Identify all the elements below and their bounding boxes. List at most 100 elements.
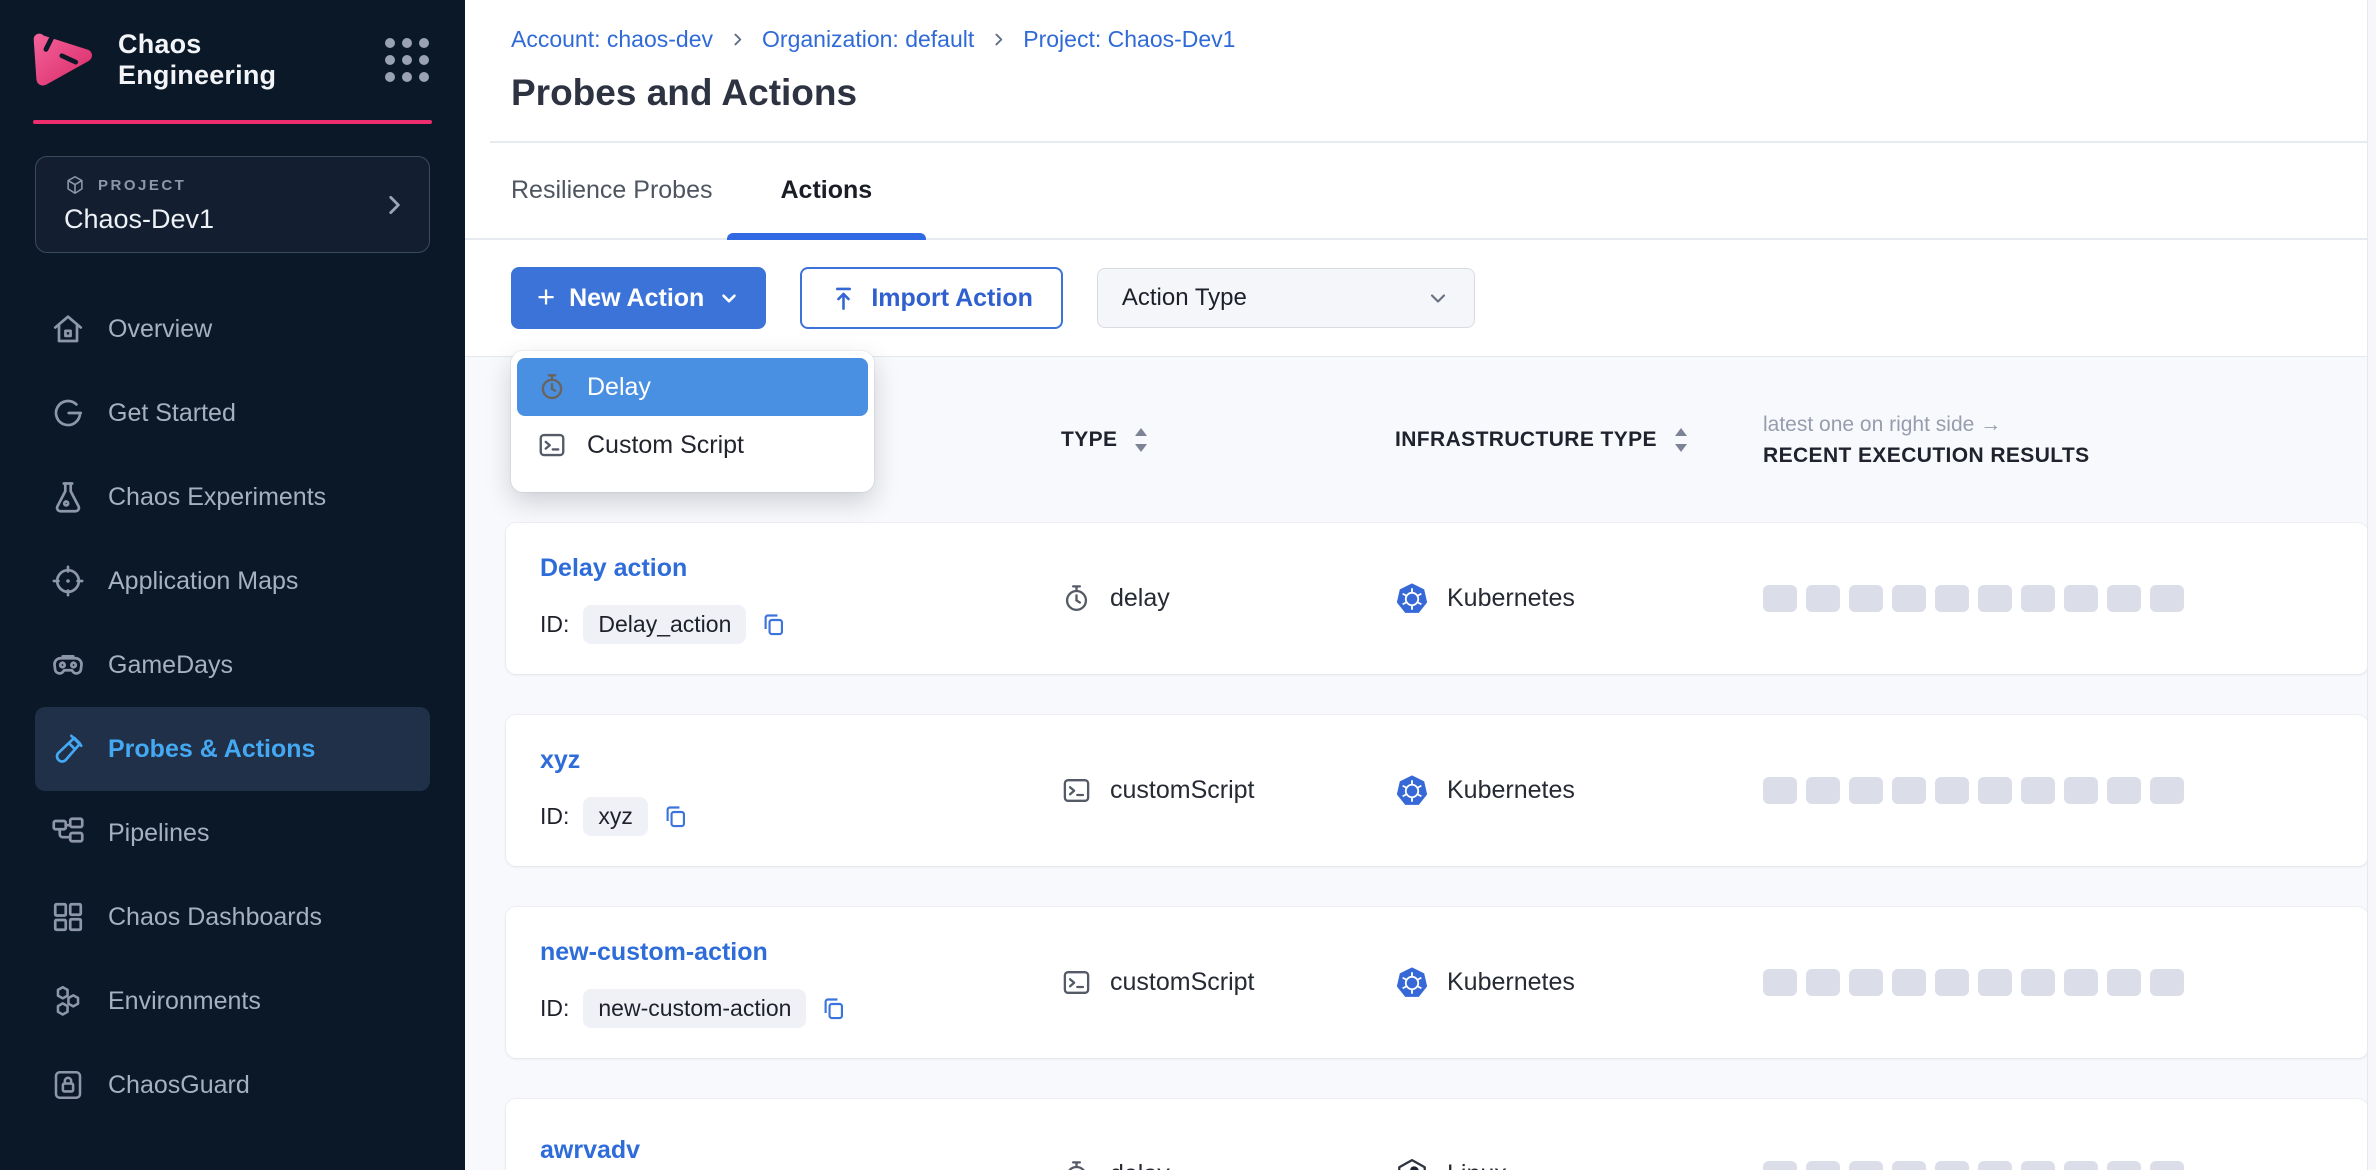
execution-result-placeholder [2064, 969, 2098, 996]
sidebar-item-label: Chaos Dashboards [108, 903, 322, 932]
execution-result-placeholder [2021, 1161, 2055, 1170]
action-type-cell: customScript [1061, 967, 1395, 998]
table-header-infrastructure[interactable]: INFRASTRUCTURE TYPE [1395, 427, 1763, 453]
action-type-cell: customScript [1061, 775, 1395, 806]
sort-icon[interactable] [1673, 427, 1689, 453]
recent-execution-results [1763, 585, 2348, 612]
new-action-button[interactable]: + New Action [511, 267, 766, 329]
lock-icon [50, 1067, 86, 1103]
home-icon [50, 311, 86, 347]
execution-result-placeholder [1892, 777, 1926, 804]
execution-result-placeholder [1978, 969, 2012, 996]
action-id-badge: Delay_action [583, 605, 746, 644]
sidebar-item-get-started[interactable]: Get Started [35, 371, 430, 455]
copy-icon[interactable] [662, 803, 689, 830]
project-selector[interactable]: PROJECT Chaos-Dev1 [35, 156, 430, 253]
brand-divider [33, 120, 432, 124]
execution-result-placeholder [2064, 585, 2098, 612]
breadcrumb: Account: chaos-dev Organization: default… [465, 0, 2376, 52]
sort-icon[interactable] [1133, 427, 1149, 453]
target-icon [50, 563, 86, 599]
breadcrumb-account-link[interactable]: Account: chaos-dev [511, 26, 713, 52]
table-header-recent-results: latest one on right side → RECENT EXECUT… [1763, 413, 2348, 468]
id-label: ID: [540, 611, 569, 638]
copy-icon[interactable] [820, 995, 847, 1022]
project-name: Chaos-Dev1 [64, 204, 381, 235]
execution-result-placeholder [1763, 1161, 1797, 1170]
sidebar-item-chaos-dashboards[interactable]: Chaos Dashboards [35, 875, 430, 959]
execution-result-placeholder [2064, 1161, 2098, 1170]
sidebar-item-gamedays[interactable]: GameDays [35, 623, 430, 707]
pipeline-icon [50, 815, 86, 851]
execution-result-placeholder [2150, 777, 2184, 804]
tab-resilience-probes[interactable]: Resilience Probes [511, 143, 713, 238]
scrollbar[interactable] [2367, 0, 2376, 1170]
menu-item-delay[interactable]: Delay [517, 358, 868, 416]
execution-result-placeholder [1849, 1161, 1883, 1170]
execution-result-placeholder [2150, 585, 2184, 612]
sidebar-item-label: Pipelines [108, 819, 209, 848]
table-row[interactable]: new-custom-action ID: new-custom-action … [506, 907, 2368, 1058]
table-row[interactable]: xyz ID: xyz customScript Kubernetes [506, 715, 2368, 866]
menu-item-custom-script[interactable]: Custom Script [517, 416, 868, 474]
import-action-button[interactable]: Import Action [800, 267, 1063, 329]
infrastructure-cell: Kubernetes [1395, 966, 1763, 1000]
tab-actions[interactable]: Actions [727, 143, 927, 238]
chevron-right-icon [990, 31, 1007, 48]
table-header-type[interactable]: TYPE [1061, 427, 1395, 453]
sidebar-item-label: Environments [108, 987, 261, 1016]
infrastructure-cell: Kubernetes [1395, 582, 1763, 616]
action-name-link[interactable]: new-custom-action [540, 938, 1061, 967]
table-row[interactable]: awrvadv ID: delay Linux [506, 1099, 2368, 1170]
stopwatch-icon [1061, 1159, 1092, 1170]
action-name-link[interactable]: awrvadv [540, 1136, 1061, 1165]
execution-result-placeholder [2021, 585, 2055, 612]
sidebar-item-environments[interactable]: Environments [35, 959, 430, 1043]
stopwatch-icon [537, 372, 567, 402]
terminal-icon [1061, 967, 1092, 998]
main-content: Account: chaos-dev Organization: default… [465, 0, 2376, 1170]
toolbar: + New Action Import Action Action Type [465, 240, 2376, 356]
execution-result-placeholder [2107, 1161, 2141, 1170]
terminal-icon [537, 430, 567, 460]
breadcrumb-project-link[interactable]: Project: Chaos-Dev1 [1023, 26, 1235, 52]
execution-result-placeholder [2107, 777, 2141, 804]
sidebar-item-application-maps[interactable]: Application Maps [35, 539, 430, 623]
action-type-select[interactable]: Action Type [1097, 268, 1475, 328]
action-type-cell: delay [1061, 1159, 1395, 1170]
action-name-link[interactable]: Delay action [540, 554, 1061, 583]
sidebar-item-probes-actions[interactable]: Probes & Actions [35, 707, 430, 791]
execution-result-placeholder [1806, 585, 1840, 612]
execution-result-placeholder [2064, 777, 2098, 804]
hexagons-icon [50, 983, 86, 1019]
action-type-cell: delay [1061, 583, 1395, 614]
execution-result-placeholder [2107, 585, 2141, 612]
sidebar-item-chaos-experiments[interactable]: Chaos Experiments [35, 455, 430, 539]
gamepad-icon [50, 647, 86, 683]
sidebar-item-chaosguard[interactable]: ChaosGuard [35, 1043, 430, 1127]
infrastructure-cell: Linux [1395, 1158, 1763, 1170]
sidebar-item-pipelines[interactable]: Pipelines [35, 791, 430, 875]
chevron-down-icon [718, 287, 740, 309]
execution-result-placeholder [1892, 585, 1926, 612]
copy-icon[interactable] [760, 611, 787, 638]
breadcrumb-organization-link[interactable]: Organization: default [762, 26, 974, 52]
sidebar-item-label: ChaosGuard [108, 1071, 250, 1100]
execution-result-placeholder [1978, 1161, 2012, 1170]
import-icon [830, 285, 857, 312]
sidebar-item-overview[interactable]: Overview [35, 287, 430, 371]
recent-results-hint: latest one on right side → [1763, 413, 2090, 437]
sidebar-item-label: Overview [108, 315, 212, 344]
execution-result-placeholder [1806, 969, 1840, 996]
app-title: Chaos Engineering [118, 29, 365, 91]
action-id-badge: xyz [583, 797, 648, 836]
table-row[interactable]: Delay action ID: Delay_action delay Kube… [506, 523, 2368, 674]
execution-result-placeholder [1806, 777, 1840, 804]
kubernetes-icon [1395, 966, 1429, 1000]
get-started-icon [50, 395, 86, 431]
action-name-link[interactable]: xyz [540, 746, 1061, 775]
module-switcher-icon[interactable] [385, 38, 429, 82]
execution-result-placeholder [1763, 585, 1797, 612]
execution-result-placeholder [1763, 969, 1797, 996]
sidebar-item-label: GameDays [108, 651, 233, 680]
